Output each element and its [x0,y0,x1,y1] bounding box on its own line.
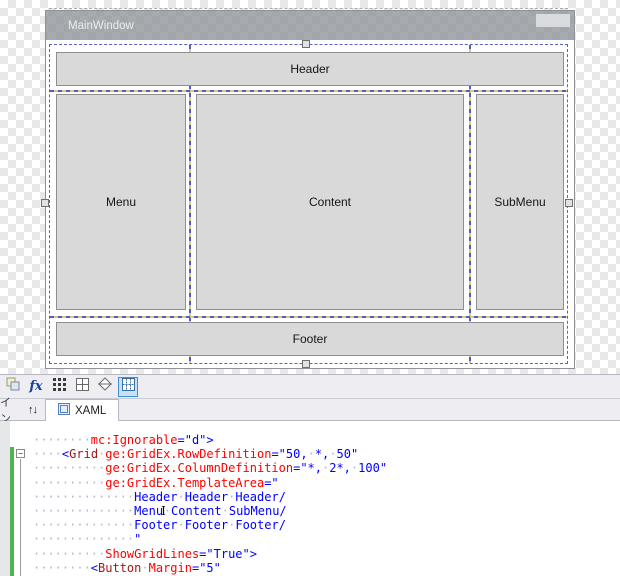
resize-handle-top[interactable] [302,40,310,48]
show-snap-grid-button[interactable] [49,377,69,397]
show-gridlines-toggle-button[interactable] [118,376,138,397]
code-line[interactable]: ··············MenuI·Content·SubMenu/ [33,504,387,518]
code-line[interactable]: ··············Header·Header·Header/ [33,490,387,504]
window-titlebar[interactable]: MainWindow [46,11,574,40]
snaplines-button[interactable] [95,377,115,397]
grid-outline-icon [75,377,89,396]
code-line[interactable]: ········<Button·Margin="5" [33,561,387,575]
change-tracking-bar [10,447,14,576]
editor-tab-strip: イン ↑↓ XAML [0,397,620,425]
gridlines-icon [121,377,135,396]
code-line[interactable]: ····<Grid·ge:GridEx.RowDefinition="50,·*… [33,447,387,461]
code-line[interactable]: ········mc:Ignorable="d"> [33,433,387,447]
grid-cell-content[interactable]: Content [196,94,464,310]
design-surface[interactable]: MainWindow Header Menu Content SubMenu F… [0,0,620,374]
code-line[interactable]: ··········ge:GridEx.ColumnDefinition="*,… [33,461,387,475]
grid-row-line-1 [50,90,568,92]
code-line[interactable]: ··············" [33,532,387,546]
snap-to-grid-button[interactable] [72,377,92,397]
tab-xaml[interactable]: XAML [45,399,120,421]
fold-collapse-box[interactable]: − [16,449,25,458]
swap-panes-icon[interactable]: ↑↓ [28,404,38,416]
code-line[interactable]: ··········ShowGridLines="True"> [33,547,387,561]
grid-row-line-2 [50,316,568,318]
xaml-code-editor[interactable]: − ········mc:Ignorable="d"> ····<Grid·ge:… [0,421,620,576]
code-lines[interactable]: ········mc:Ignorable="d"> ····<Grid·ge:Gr… [33,433,387,575]
resize-handle-bottom[interactable] [302,360,310,368]
grid-cell-footer[interactable]: Footer [56,322,564,356]
dot-grid-icon [52,377,66,396]
window-chrome-buttons [536,14,570,27]
grid-cell-submenu[interactable]: SubMenu [476,94,564,310]
effects-button[interactable]: fx [26,377,46,397]
resize-handle-right[interactable] [565,199,573,207]
fold-region-line [20,459,21,576]
window-title: MainWindow [68,19,134,32]
fx-icon: fx [29,379,43,394]
resize-handle-left[interactable] [41,199,49,207]
snapline-diamond-icon [98,377,112,396]
code-line[interactable]: ··········ge:GridEx.TemplateArea=" [33,476,387,490]
xaml-doc-icon [58,403,70,418]
grid-cell-header[interactable]: Header [56,52,564,86]
margin-guide-top [49,8,568,9]
breakpoint-margin[interactable] [0,421,10,576]
code-line[interactable]: ··············Footer·Footer·Footer/ [33,518,387,532]
tab-xaml-label: XAML [75,404,107,417]
grid-cell-menu[interactable]: Menu [56,94,186,310]
designer-toolbar: fx [0,374,620,398]
